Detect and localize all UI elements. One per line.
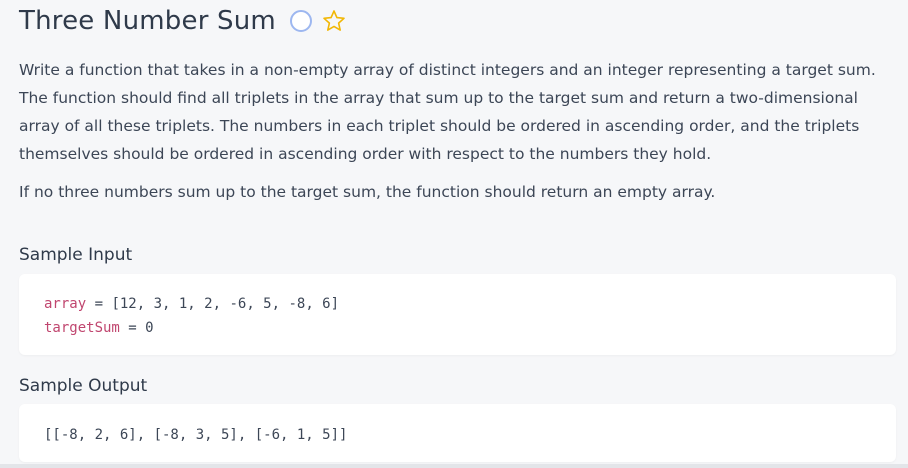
variable-value: [12, 3, 1, 2, -6, 5, -8, 6] [111, 296, 340, 312]
variable-value: 0 [145, 320, 154, 336]
sample-input-heading: Sample Input [19, 245, 133, 265]
star-outline-icon[interactable] [322, 9, 346, 33]
code-line: [[-8, 2, 6], [-8, 3, 5], [-6, 1, 5]] [44, 427, 348, 443]
problem-page: Three Number Sum Write a function that t… [0, 0, 908, 464]
bottom-divider [0, 464, 908, 468]
description-paragraph: If no three numbers sum up to the target… [19, 183, 716, 201]
variable-name: array [44, 296, 87, 312]
sample-output-heading: Sample Output [19, 376, 148, 396]
code-line: targetSum = 0 [44, 316, 896, 340]
code-line: array = [12, 3, 1, 2, -6, 5, -8, 6] [44, 292, 896, 316]
description-paragraph: Write a function that takes in a non-emp… [19, 61, 876, 163]
variable-name: targetSum [44, 320, 120, 336]
title-row: Three Number Sum [19, 4, 346, 38]
assignment-operator: = [86, 296, 112, 312]
circle-status-icon[interactable] [289, 10, 312, 32]
sample-output-code-block: [[-8, 2, 6], [-8, 3, 5], [-6, 1, 5]] [19, 404, 896, 462]
assignment-operator: = [119, 320, 146, 336]
problem-description: Write a function that takes in a non-emp… [19, 56, 889, 206]
page-title: Three Number Sum [19, 6, 276, 36]
sample-input-code-block: array = [12, 3, 1, 2, -6, 5, -8, 6] targ… [19, 274, 896, 355]
